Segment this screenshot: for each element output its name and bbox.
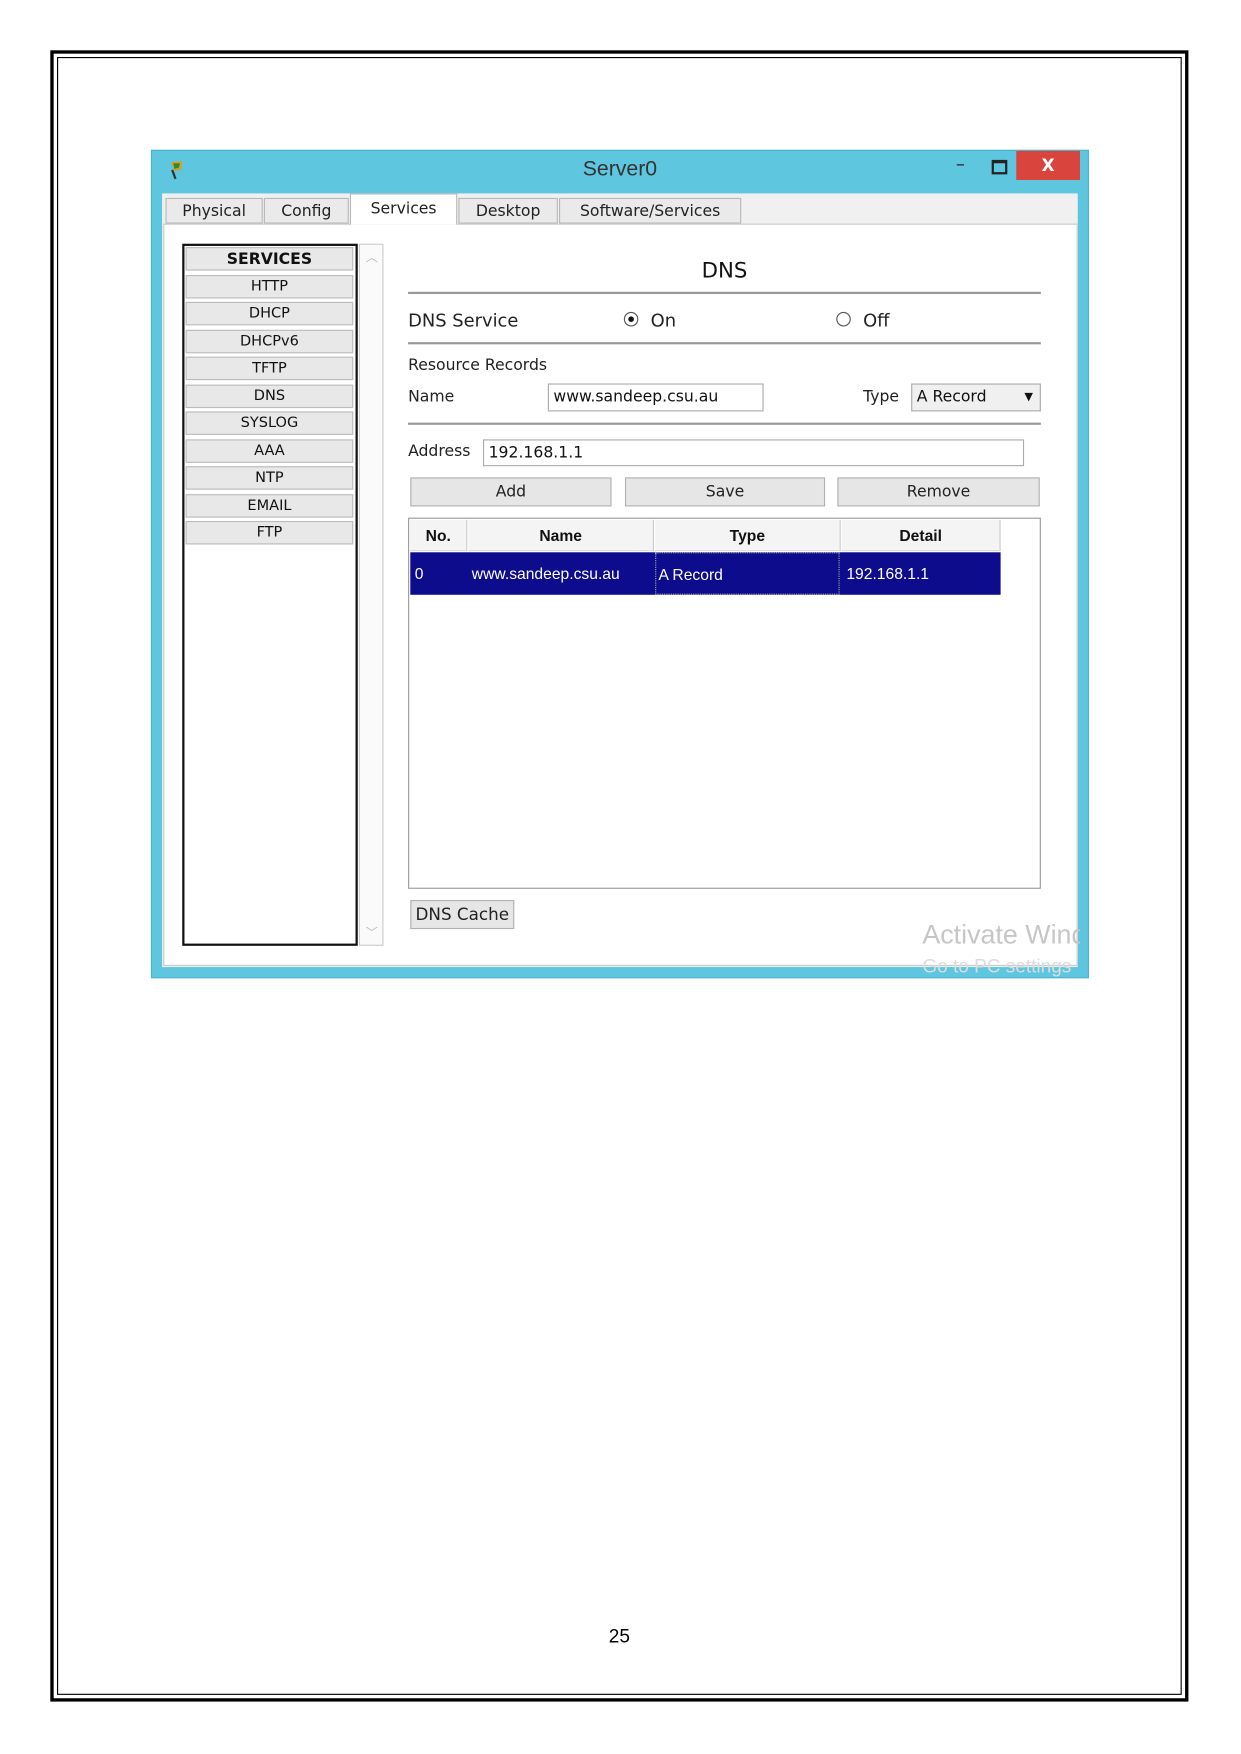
server-window: Server0 – X Physical Config Services Des…	[150, 149, 1089, 979]
page-number: 25	[608, 1625, 630, 1647]
watermark-clip: Activate Windows Go to PC settings	[152, 151, 1080, 977]
pc-settings-watermark: Go to PC settings	[922, 955, 1072, 978]
activate-windows-watermark: Activate Windows	[922, 920, 1080, 951]
